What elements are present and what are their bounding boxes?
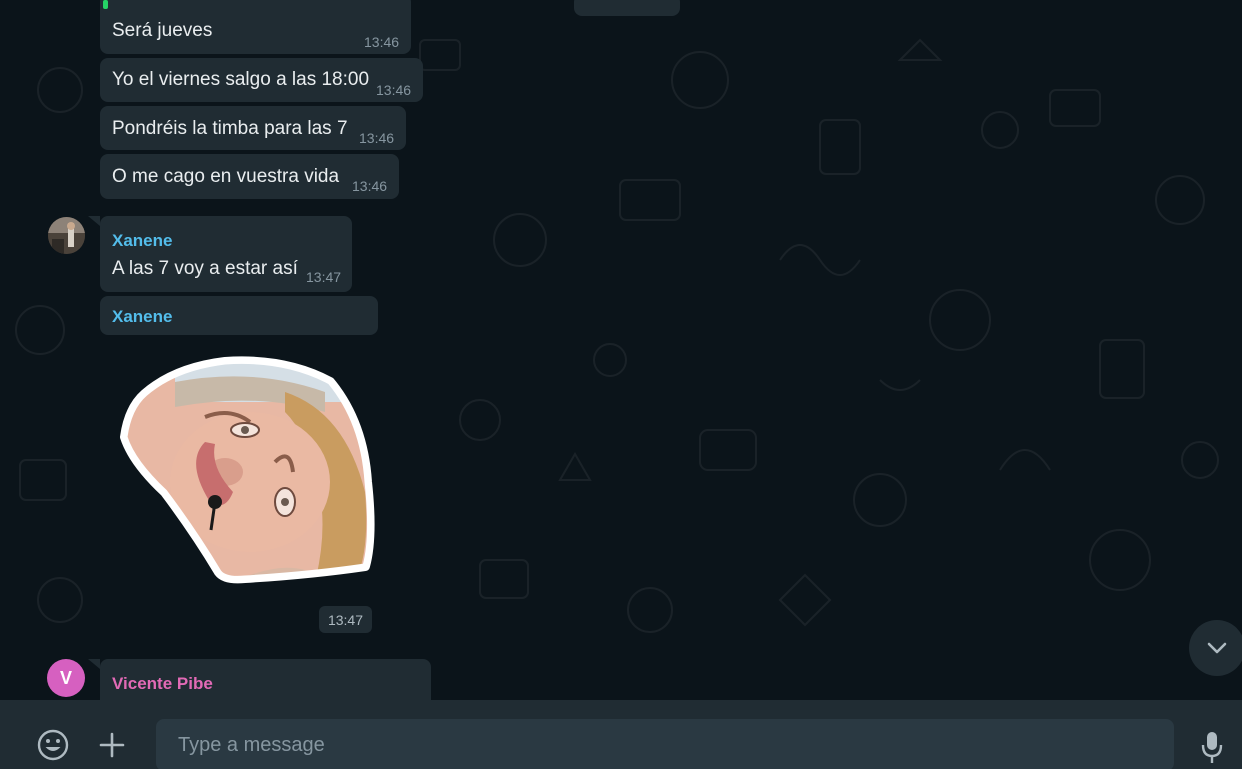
message-text: O me cago en vuestra vida — [112, 166, 340, 187]
attach-button[interactable] — [94, 727, 130, 763]
message-time: 13:46 — [364, 34, 400, 50]
message-text: Pondréis la timba para las 7 — [112, 118, 348, 139]
message-bubble: O me cago en vuestra vida 13:46 — [100, 154, 399, 199]
microphone-icon — [1201, 732, 1223, 763]
chevron-down-icon — [1207, 642, 1227, 654]
bubble-tail — [88, 216, 100, 226]
emoji-icon — [37, 729, 69, 761]
sticker-time: 13:47 — [319, 606, 372, 633]
message-text: Será jueves — [112, 20, 213, 41]
message-input[interactable] — [156, 719, 1174, 769]
avatar-initial: V — [59, 667, 72, 688]
message-bubble: Xanene A las 7 voy a estar así 13:47 — [100, 216, 352, 292]
avatar-photo — [48, 217, 85, 254]
message-time: 13:47 — [306, 269, 342, 285]
message-time: 13:46 — [376, 82, 412, 98]
avatar-vicente[interactable]: V — [47, 659, 85, 697]
message-list[interactable]: Será jueves 13:46 Yo el viernes salgo a … — [0, 0, 1242, 700]
message-bubble: Yo el viernes salgo a las 18:00 13:46 — [100, 58, 423, 102]
sender-name[interactable]: Vicente Pibe — [112, 674, 213, 694]
emoji-button[interactable] — [33, 725, 73, 765]
bubble-tail — [88, 659, 100, 669]
message-bubble: Vicente Pibe — [100, 659, 431, 700]
sticker-image[interactable] — [115, 352, 380, 592]
sender-name[interactable]: Xanene — [112, 307, 172, 327]
chat-window: Será jueves 13:46 Yo el viernes salgo a … — [0, 0, 1242, 769]
message-time: 13:46 — [352, 178, 388, 194]
message-bubble-partial — [574, 0, 680, 16]
message-bubble: Pondréis la timba para las 7 13:46 — [100, 106, 406, 150]
microphone-button[interactable] — [1194, 727, 1230, 767]
sender-name[interactable]: Xanene — [112, 231, 172, 251]
message-bubble: Será jueves 13:46 — [100, 0, 411, 54]
message-text: Yo el viernes salgo a las 18:00 — [112, 69, 370, 90]
sticker-sender-bubble: Xanene — [100, 296, 378, 335]
message-text: A las 7 voy a estar así — [112, 258, 298, 279]
plus-icon — [99, 732, 125, 758]
message-time: 13:46 — [359, 130, 395, 146]
scroll-down-button[interactable] — [1189, 620, 1242, 676]
reply-accent-bar — [103, 0, 108, 9]
avatar-xanene[interactable] — [48, 217, 85, 254]
